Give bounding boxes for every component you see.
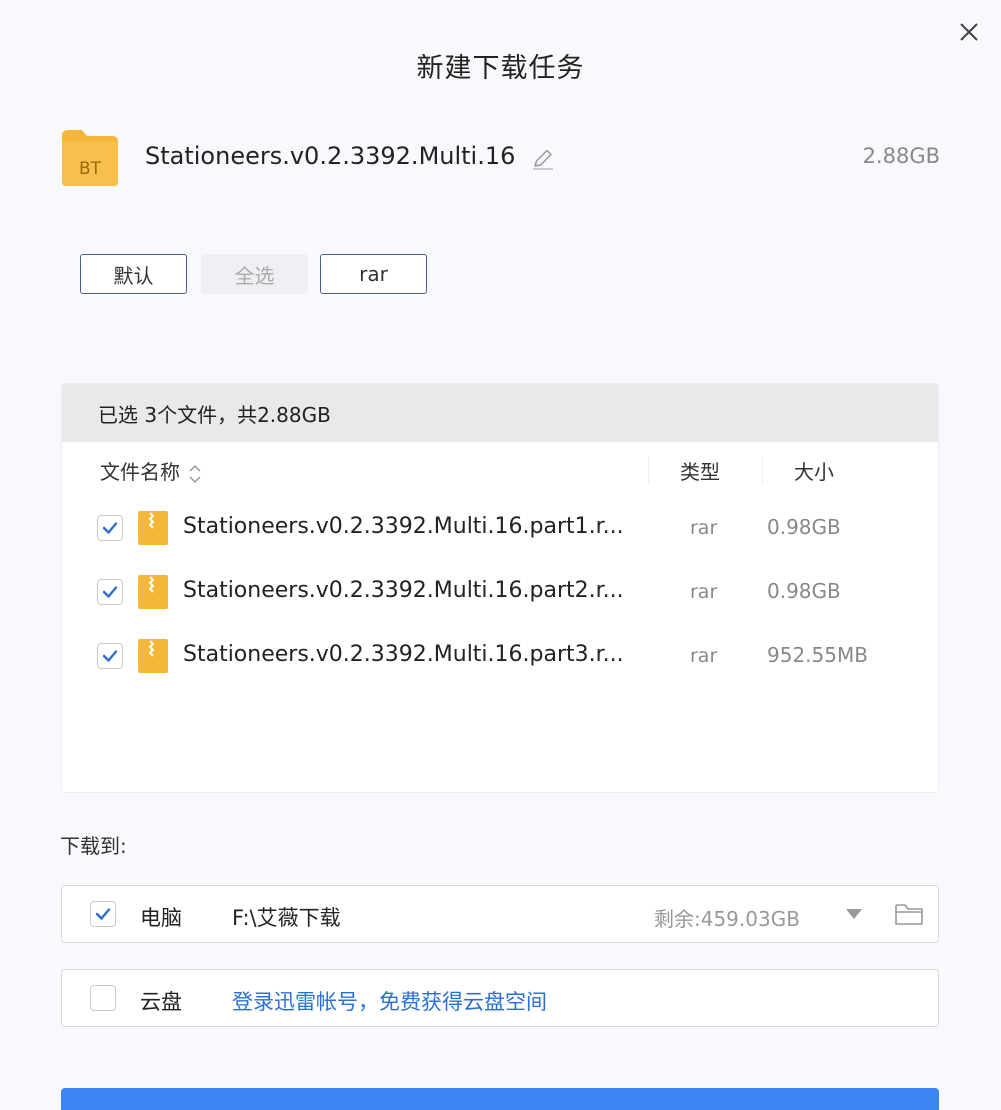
download-path[interactable]: F:\艾薇下载 bbox=[232, 902, 341, 932]
column-header-size[interactable]: 大小 bbox=[794, 456, 834, 485]
file-checkbox[interactable] bbox=[97, 579, 123, 605]
check-icon bbox=[102, 522, 118, 534]
local-destination-label: 电脑 bbox=[140, 906, 182, 930]
close-button[interactable] bbox=[955, 18, 983, 46]
triangle-down-icon bbox=[846, 909, 862, 919]
browse-folder-button[interactable] bbox=[894, 901, 924, 927]
check-icon bbox=[102, 586, 118, 598]
file-row[interactable]: Stationeers.v0.2.3392.Multi.16.part3.r..… bbox=[62, 631, 938, 681]
file-name: Stationeers.v0.2.3392.Multi.16.part1.r..… bbox=[183, 514, 624, 539]
file-type: rar bbox=[690, 645, 718, 667]
column-divider bbox=[648, 456, 649, 484]
filter-default-button[interactable]: 默认 bbox=[80, 254, 187, 294]
file-row[interactable]: Stationeers.v0.2.3392.Multi.16.part2.r..… bbox=[62, 567, 938, 617]
login-cloud-link[interactable]: 登录迅雷帐号，免费获得云盘空间 bbox=[232, 986, 547, 1016]
svg-text:BT: BT bbox=[79, 159, 102, 179]
archive-file-icon bbox=[137, 574, 169, 610]
cloud-destination-label: 云盘 bbox=[140, 990, 182, 1014]
close-icon bbox=[960, 23, 978, 41]
file-list-panel: 已选 3个文件，共2.88GB 文件名称 类型 大小 Stationeers.v… bbox=[61, 383, 939, 793]
download-to-label: 下载到: bbox=[60, 834, 127, 858]
file-size: 0.98GB bbox=[767, 515, 841, 539]
archive-file-icon bbox=[137, 510, 169, 546]
filter-select-all-button[interactable]: 全选 bbox=[201, 254, 308, 294]
file-row[interactable]: Stationeers.v0.2.3392.Multi.16.part1.r..… bbox=[62, 503, 938, 553]
path-history-dropdown[interactable] bbox=[844, 906, 864, 922]
download-confirm-button[interactable] bbox=[61, 1088, 939, 1110]
torrent-size: 2.88GB bbox=[862, 144, 940, 168]
file-type: rar bbox=[690, 581, 718, 603]
file-checkbox[interactable] bbox=[97, 515, 123, 541]
cloud-destination: 云盘 登录迅雷帐号，免费获得云盘空间 bbox=[61, 969, 939, 1027]
filter-rar-button[interactable]: rar bbox=[320, 254, 427, 294]
bt-file-icon: BT bbox=[60, 126, 120, 188]
file-size: 0.98GB bbox=[767, 579, 841, 603]
local-destination-checkbox[interactable] bbox=[90, 901, 116, 927]
column-divider bbox=[762, 456, 763, 484]
column-name-label: 文件名称 bbox=[100, 460, 180, 484]
sort-icon bbox=[188, 462, 202, 486]
check-icon bbox=[102, 650, 118, 662]
torrent-name: Stationeers.v0.2.3392.Multi.16 bbox=[145, 142, 516, 170]
file-type: rar bbox=[690, 517, 718, 539]
archive-file-icon bbox=[137, 638, 169, 674]
local-destination: 电脑 F:\艾薇下载 剩余:459.03GB bbox=[61, 885, 939, 943]
dialog-title: 新建下载任务 bbox=[416, 53, 585, 84]
file-name: Stationeers.v0.2.3392.Multi.16.part3.r..… bbox=[183, 642, 624, 667]
edit-name-button[interactable] bbox=[530, 146, 556, 172]
file-size: 952.55MB bbox=[767, 643, 868, 667]
cloud-destination-checkbox[interactable] bbox=[90, 985, 116, 1011]
torrent-info: BT Stationeers.v0.2.3392.Multi.16 2.88GB bbox=[60, 126, 940, 190]
column-header-name[interactable]: 文件名称 bbox=[100, 456, 202, 486]
free-space: 剩余:459.03GB bbox=[654, 907, 800, 931]
selection-summary: 已选 3个文件，共2.88GB bbox=[62, 384, 938, 442]
file-name: Stationeers.v0.2.3392.Multi.16.part2.r..… bbox=[183, 578, 624, 603]
check-icon bbox=[95, 908, 111, 920]
new-download-dialog: 新建下载任务 BT Stationeers.v0.2.3392.Multi.16… bbox=[0, 0, 1001, 1110]
file-checkbox[interactable] bbox=[97, 643, 123, 669]
column-header-type[interactable]: 类型 bbox=[680, 456, 720, 485]
pencil-icon bbox=[533, 149, 553, 170]
folder-icon bbox=[895, 904, 923, 925]
selection-summary-text: 已选 3个文件，共2.88GB bbox=[98, 402, 331, 427]
